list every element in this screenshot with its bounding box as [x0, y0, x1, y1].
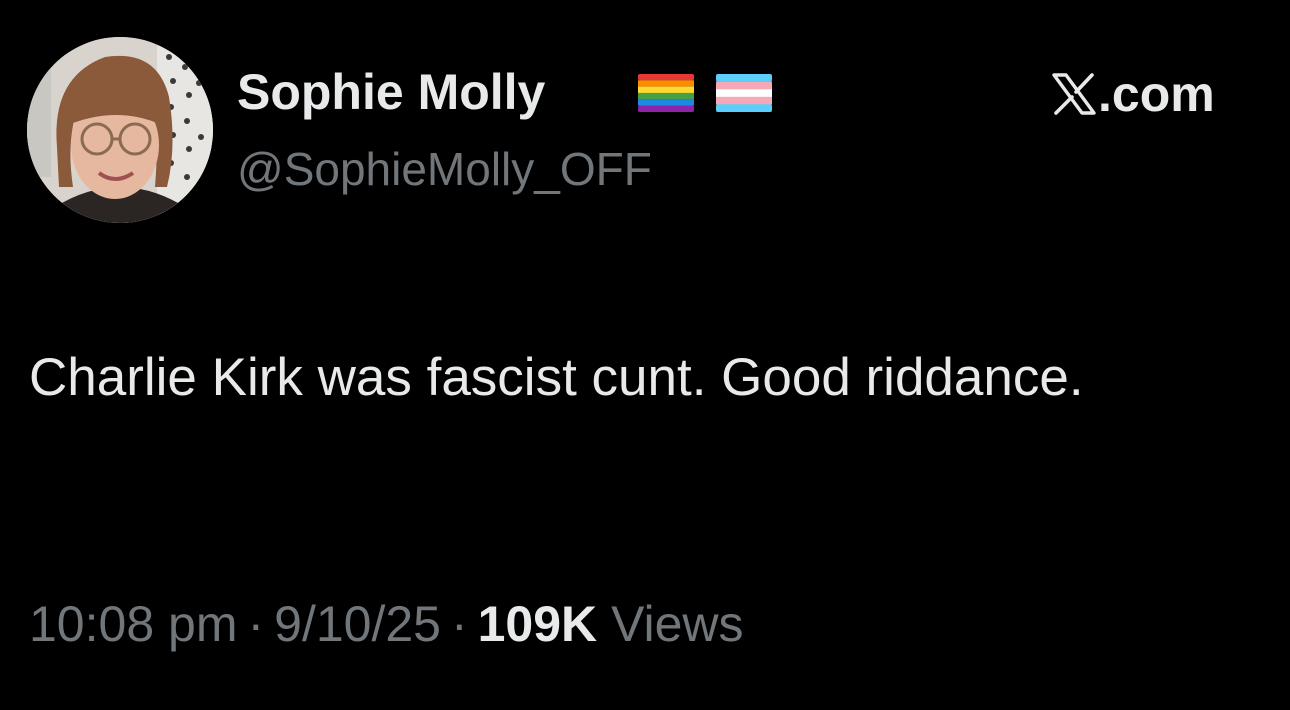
- tweet-meta: 10:08 pm · 9/10/25 · 109K Views: [29, 592, 744, 656]
- avatar[interactable]: [27, 37, 213, 223]
- tweet-text: Charlie Kirk was fascist cunt. Good ridd…: [29, 348, 1084, 407]
- rainbow-pride-flag-icon: [638, 74, 694, 112]
- meta-separator: ·: [247, 596, 265, 652]
- tweet-time[interactable]: 10:08 pm: [29, 596, 237, 652]
- meta-separator: ·: [450, 596, 468, 652]
- views-count[interactable]: 109K: [478, 596, 598, 652]
- views-label: Views: [611, 596, 744, 652]
- author-flags: [638, 74, 772, 112]
- tweet-date[interactable]: 9/10/25: [274, 596, 441, 652]
- site-label: .com: [1098, 66, 1215, 122]
- avatar-photo: [27, 37, 213, 223]
- transgender-flag-icon: [716, 74, 772, 112]
- author-name[interactable]: Sophie Molly: [237, 60, 545, 124]
- author-handle[interactable]: @SophieMolly_OFF: [237, 139, 652, 199]
- x-logo-icon: [1052, 73, 1096, 115]
- site-watermark: .com: [1052, 64, 1215, 124]
- tweet-card: Sophie Molly @SophieMolly_OFF .com Charl…: [0, 0, 1290, 710]
